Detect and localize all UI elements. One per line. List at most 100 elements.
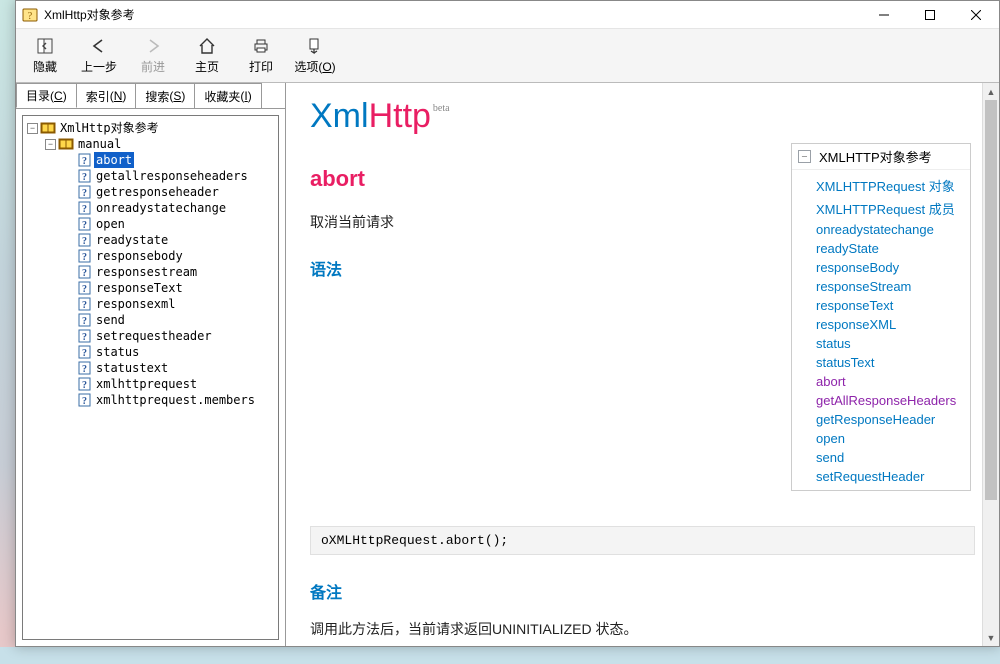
- collapse-toggle-icon[interactable]: −: [798, 150, 811, 163]
- tab-search[interactable]: 搜索(S): [135, 83, 195, 108]
- side-link[interactable]: setRequestHeader: [816, 469, 970, 484]
- tree-item-label: abort: [94, 152, 134, 168]
- tree-item[interactable]: ?onreadystatechange: [63, 200, 276, 216]
- home-button[interactable]: 主页: [182, 32, 232, 80]
- navigation-pane: 目录(C) 索引(N) 搜索(S) 收藏夹(I) − XmlHttp对象参考: [16, 83, 286, 646]
- side-link[interactable]: responseXML: [816, 317, 970, 332]
- tree-item[interactable]: ?xmlhttprequest.members: [63, 392, 276, 408]
- tree-item[interactable]: ?setrequestheader: [63, 328, 276, 344]
- side-link[interactable]: getAllResponseHeaders: [816, 393, 970, 408]
- svg-text:?: ?: [82, 172, 87, 183]
- side-link[interactable]: responseBody: [816, 260, 970, 275]
- help-page-icon: ?: [76, 185, 92, 199]
- back-icon: [89, 36, 109, 56]
- options-icon: [305, 36, 325, 56]
- help-page-icon: ?: [76, 377, 92, 391]
- print-button[interactable]: 打印: [236, 32, 286, 80]
- notes-body: 调用此方法后，当前请求返回UNINITIALIZED 状态。: [310, 619, 975, 639]
- tab-favorites[interactable]: 收藏夹(I): [194, 83, 261, 108]
- tree-item-label: xmlhttprequest.members: [94, 392, 257, 408]
- scroll-up-icon[interactable]: ▲: [983, 83, 999, 100]
- tree-item[interactable]: ?xmlhttprequest: [63, 376, 276, 392]
- content-scroll-area[interactable]: XmlHttpbeta − XMLHTTP对象参考 XMLHTTPRequest…: [286, 83, 999, 646]
- tree-item-label: getallresponseheaders: [94, 168, 250, 184]
- window-controls: [861, 1, 999, 29]
- tree-root[interactable]: − XmlHttp对象参考: [27, 120, 276, 136]
- tree-view[interactable]: − XmlHttp对象参考 − manual: [22, 115, 279, 640]
- tree-item-label: responsexml: [94, 296, 177, 312]
- tree-item[interactable]: ?responseText: [63, 280, 276, 296]
- svg-text:?: ?: [82, 316, 87, 327]
- tree-item[interactable]: ?abort: [63, 152, 276, 168]
- tree-item[interactable]: ? responsexml: [63, 296, 276, 312]
- svg-text:?: ?: [82, 364, 87, 375]
- help-page-icon: ?: [76, 361, 92, 375]
- side-link[interactable]: status: [816, 336, 970, 351]
- collapse-icon[interactable]: −: [45, 139, 56, 150]
- help-page-icon: ?: [76, 329, 92, 343]
- tree-item[interactable]: ?statustext: [63, 360, 276, 376]
- forward-icon: [143, 36, 163, 56]
- tab-contents[interactable]: 目录(C): [16, 83, 77, 108]
- tree-item-label: responsebody: [94, 248, 185, 264]
- desktop-background-edge: [0, 0, 15, 664]
- options-button[interactable]: 选项(O): [290, 32, 340, 80]
- close-button[interactable]: [953, 1, 999, 29]
- tree-item[interactable]: ? getallresponseheaders: [63, 168, 276, 184]
- side-link[interactable]: statusText: [816, 355, 970, 370]
- scroll-track[interactable]: [983, 100, 999, 629]
- hide-button[interactable]: 隐藏: [20, 32, 70, 80]
- svg-text:?: ?: [82, 204, 87, 215]
- svg-text:?: ?: [82, 268, 87, 279]
- tab-index[interactable]: 索引(N): [76, 83, 137, 108]
- side-link[interactable]: XMLHTTPRequest 对象: [816, 176, 970, 195]
- side-link[interactable]: send: [816, 450, 970, 465]
- tree-item[interactable]: ?getresponseheader: [63, 184, 276, 200]
- help-page-icon: ?: [76, 233, 92, 247]
- svg-text:?: ?: [82, 252, 87, 263]
- side-link[interactable]: getResponseHeader: [816, 412, 970, 427]
- side-link[interactable]: responseText: [816, 298, 970, 313]
- help-page-icon: ?: [76, 297, 92, 311]
- help-page-icon: ?: [76, 169, 92, 183]
- nav-tabs: 目录(C) 索引(N) 搜索(S) 收藏夹(I): [16, 83, 285, 109]
- chm-window: ? XmlHttp对象参考 隐藏 上一步 前进 主页 打印: [15, 0, 1000, 647]
- collapse-icon[interactable]: −: [27, 123, 38, 134]
- help-page-icon: ?: [76, 217, 92, 231]
- svg-text:?: ?: [82, 332, 87, 343]
- tree-item-label: readystate: [94, 232, 170, 248]
- help-page-icon: ?: [76, 345, 92, 359]
- tree-item-label: xmlhttprequest: [94, 376, 199, 392]
- side-link[interactable]: readyState: [816, 241, 970, 256]
- minimize-button[interactable]: [861, 1, 907, 29]
- side-panel-header[interactable]: − XMLHTTP对象参考: [792, 144, 970, 170]
- side-link[interactable]: responseStream: [816, 279, 970, 294]
- side-link[interactable]: onreadystatechange: [816, 222, 970, 237]
- code-example: oXMLHttpRequest.abort();: [310, 526, 975, 555]
- help-page-icon: ?: [76, 249, 92, 263]
- scroll-down-icon[interactable]: ▼: [983, 629, 999, 646]
- tree-item[interactable]: ?responsestream: [63, 264, 276, 280]
- tree-item[interactable]: ?send: [63, 312, 276, 328]
- tree-item[interactable]: ?open: [63, 216, 276, 232]
- side-link[interactable]: abort: [816, 374, 970, 389]
- tree-item[interactable]: ?status: [63, 344, 276, 360]
- side-link[interactable]: XMLHTTPRequest 成员: [816, 199, 970, 218]
- maximize-button[interactable]: [907, 1, 953, 29]
- back-button[interactable]: 上一步: [74, 32, 124, 80]
- scroll-thumb[interactable]: [985, 100, 997, 500]
- side-link[interactable]: open: [816, 431, 970, 446]
- svg-text:?: ?: [82, 300, 87, 311]
- vertical-scrollbar[interactable]: ▲ ▼: [982, 83, 999, 646]
- tree-item[interactable]: ? responsebody: [63, 248, 276, 264]
- tree-folder-manual[interactable]: − manual: [45, 136, 276, 152]
- tree-item[interactable]: ?readystate: [63, 232, 276, 248]
- book-icon: [40, 121, 56, 135]
- tree-item-label: open: [94, 216, 127, 232]
- notes-heading: 备注: [310, 579, 975, 603]
- help-page-icon: ?: [76, 281, 92, 295]
- tree-item-label: getresponseheader: [94, 184, 221, 200]
- print-icon: [251, 36, 271, 56]
- titlebar: ? XmlHttp对象参考: [16, 1, 999, 29]
- body-area: 目录(C) 索引(N) 搜索(S) 收藏夹(I) − XmlHttp对象参考: [16, 83, 999, 646]
